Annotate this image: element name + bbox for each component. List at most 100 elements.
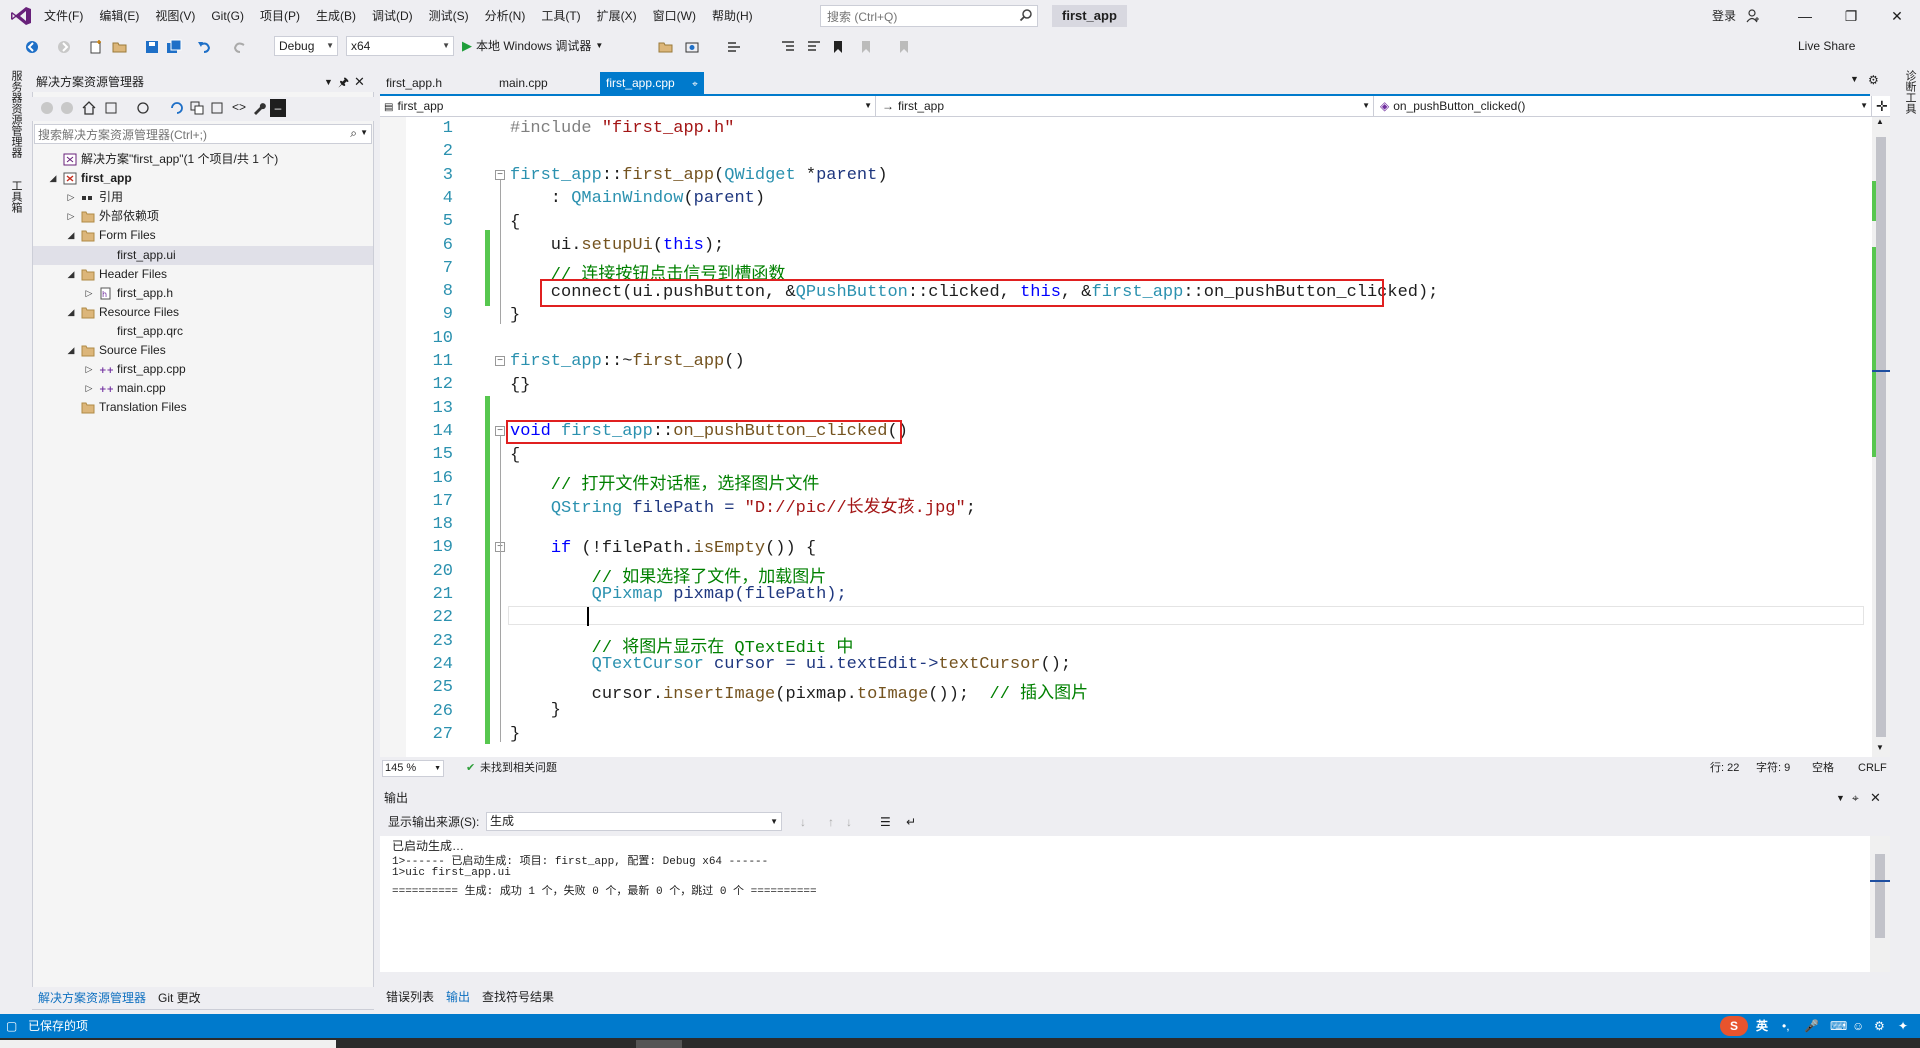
ime-logo-icon[interactable]: S [1720,1016,1748,1036]
collapse-arrow-icon[interactable]: ▷ [83,360,95,379]
word-wrap-icon[interactable]: ↵ [906,810,916,834]
outdent-icon[interactable] [806,39,822,55]
zoom-select[interactable]: 145 % ▼ [382,760,444,777]
next-message-icon[interactable]: ↓ [846,810,852,834]
scroll-thumb[interactable] [1876,137,1886,737]
screenshot-icon[interactable] [684,39,700,55]
project-dropdown[interactable]: ▤ first_app ▼ [380,96,876,116]
bookmark-prev-icon[interactable] [858,39,874,55]
output-scrollbar[interactable] [1870,836,1890,972]
start-debugging-button[interactable]: ▶ 本地 Windows 调试器 ▼ [462,36,603,56]
tree-item[interactable]: ◢ first_app [33,169,373,188]
editor-vertical-scrollbar[interactable]: ▲ ▼ [1872,117,1890,757]
configuration-select[interactable]: Debug ▼ [274,36,338,56]
preview-selected-icon[interactable]: – [270,99,286,117]
switch-views-icon[interactable] [104,101,118,115]
tab-git-changes[interactable]: Git 更改 [152,987,207,1009]
forward-icon[interactable] [60,101,74,115]
bookmark-icon[interactable] [830,39,846,55]
scroll-down-icon[interactable]: ▼ [1876,743,1884,752]
solution-search-input[interactable] [35,125,340,145]
tab-output[interactable]: 输出 [440,986,476,1008]
char-indicator[interactable]: 字符: 9 [1756,758,1790,778]
new-project-icon[interactable] [88,39,104,55]
login-link[interactable]: 登录 [1712,0,1736,32]
tree-item[interactable]: ◢ Resource Files [33,303,373,322]
bookmark-clear-icon[interactable] [896,39,912,55]
expand-arrow-icon[interactable]: ◢ [65,341,77,360]
tree-item[interactable]: ◢ Header Files [33,265,373,284]
collapse-arrow-icon[interactable]: ▷ [83,379,95,398]
tree-item[interactable]: ▷ h first_app.h [33,284,373,303]
menu-file[interactable]: 文件(F) [36,0,91,32]
home-icon[interactable] [82,101,96,115]
menu-git[interactable]: Git(G) [203,0,252,32]
collapse-arrow-icon[interactable]: ▷ [65,188,77,207]
menu-test[interactable]: 测试(S) [421,0,477,32]
collapse-arrow-icon[interactable]: ▷ [83,284,95,303]
close-icon[interactable]: ✕ [1870,788,1881,808]
expand-arrow-icon[interactable]: ◢ [65,303,77,322]
close-icon[interactable]: ✕ [354,72,365,92]
pending-changes-icon[interactable] [136,101,150,115]
liveshare-button[interactable]: Live Share [1798,36,1855,56]
tree-item[interactable]: ▷ ++ main.cpp [33,379,373,398]
fold-toggle-icon[interactable]: − [495,356,505,366]
open-folder-icon-2[interactable] [658,39,674,55]
ime-keyboard-icon[interactable]: ⌨ [1830,1014,1847,1038]
tree-item[interactable]: ▷ 引用 [33,188,373,207]
tab-find-symbol-results[interactable]: 查找符号结果 [476,986,560,1008]
tab-main-cpp[interactable]: main.cpp [493,72,601,94]
ime-skin-icon[interactable]: ✦ [1898,1014,1908,1038]
fold-toggle-icon[interactable]: − [495,426,505,436]
chevron-down-icon[interactable]: ▼ [360,128,368,137]
ime-mic-icon[interactable]: 🎤 [1804,1014,1819,1038]
refresh-icon[interactable] [170,101,184,115]
indent-icon[interactable] [780,39,796,55]
menu-build[interactable]: 生成(B) [308,0,364,32]
search-input[interactable] [821,6,1019,28]
close-window-button[interactable]: ✕ [1874,0,1920,32]
prev-message-icon[interactable]: ↑ [828,810,834,834]
menu-project[interactable]: 项目(P) [252,0,308,32]
tab-solution-explorer[interactable]: 解决方案资源管理器 [32,987,152,1009]
save-all-icon[interactable] [166,39,182,55]
ime-settings-icon[interactable]: ⚙ [1874,1014,1885,1038]
tree-item[interactable]: 解决方案"first_app"(1 个项目/共 1 个) [33,150,373,169]
tree-item[interactable]: ◢ Source Files [33,341,373,360]
chevron-down-icon[interactable]: ▼ [1850,74,1859,84]
platform-select[interactable]: x64 ▼ [346,36,454,56]
clear-all-icon[interactable]: ☰ [880,810,891,834]
show-all-files-icon[interactable] [210,101,224,115]
restore-button[interactable]: ❐ [1828,0,1874,32]
server-explorer-tab[interactable]: 服务器资源管理器 [8,70,24,158]
back-icon[interactable] [24,39,40,55]
ime-emoji-icon[interactable]: ☺ [1852,1014,1864,1038]
search-icon[interactable]: ⌕ [350,126,357,141]
undo-icon[interactable] [196,39,212,55]
expand-arrow-icon[interactable]: ◢ [65,265,77,284]
tree-item[interactable]: ▷ ++ first_app.cpp [33,360,373,379]
properties-wrench-icon[interactable] [252,101,266,115]
tab-error-list[interactable]: 错误列表 [380,986,440,1008]
output-source-select[interactable]: 生成 ▼ [486,812,782,831]
step-icon[interactable] [726,39,742,55]
issues-text[interactable]: 未找到相关问题 [480,758,557,778]
pin-icon[interactable]: ⌖ [692,79,698,90]
open-folder-icon[interactable] [112,39,128,55]
chevron-down-icon[interactable]: ▼ [324,72,333,92]
tree-item[interactable]: ▷ 外部依赖项 [33,207,373,226]
expand-arrow-icon[interactable]: ◢ [65,226,77,245]
chevron-down-icon[interactable]: ▼ [1836,788,1845,808]
taskbar-search-area[interactable] [0,1040,336,1048]
tab-first-app-cpp[interactable]: first_app.cpp ⌖ ✕ [600,72,704,114]
tree-item[interactable]: ◢ Form Files [33,226,373,245]
menu-view[interactable]: 视图(V) [147,0,203,32]
line-indicator[interactable]: 行: 22 [1710,758,1739,778]
collapse-all-icon[interactable] [190,101,204,115]
pin-icon[interactable]: 🖈 [338,72,349,92]
whitespace-indicator[interactable]: 空格 [1812,758,1834,778]
menu-help[interactable]: 帮助(H) [704,0,761,32]
menu-edit[interactable]: 编辑(E) [91,0,147,32]
tree-item[interactable]: Translation Files [33,398,373,417]
